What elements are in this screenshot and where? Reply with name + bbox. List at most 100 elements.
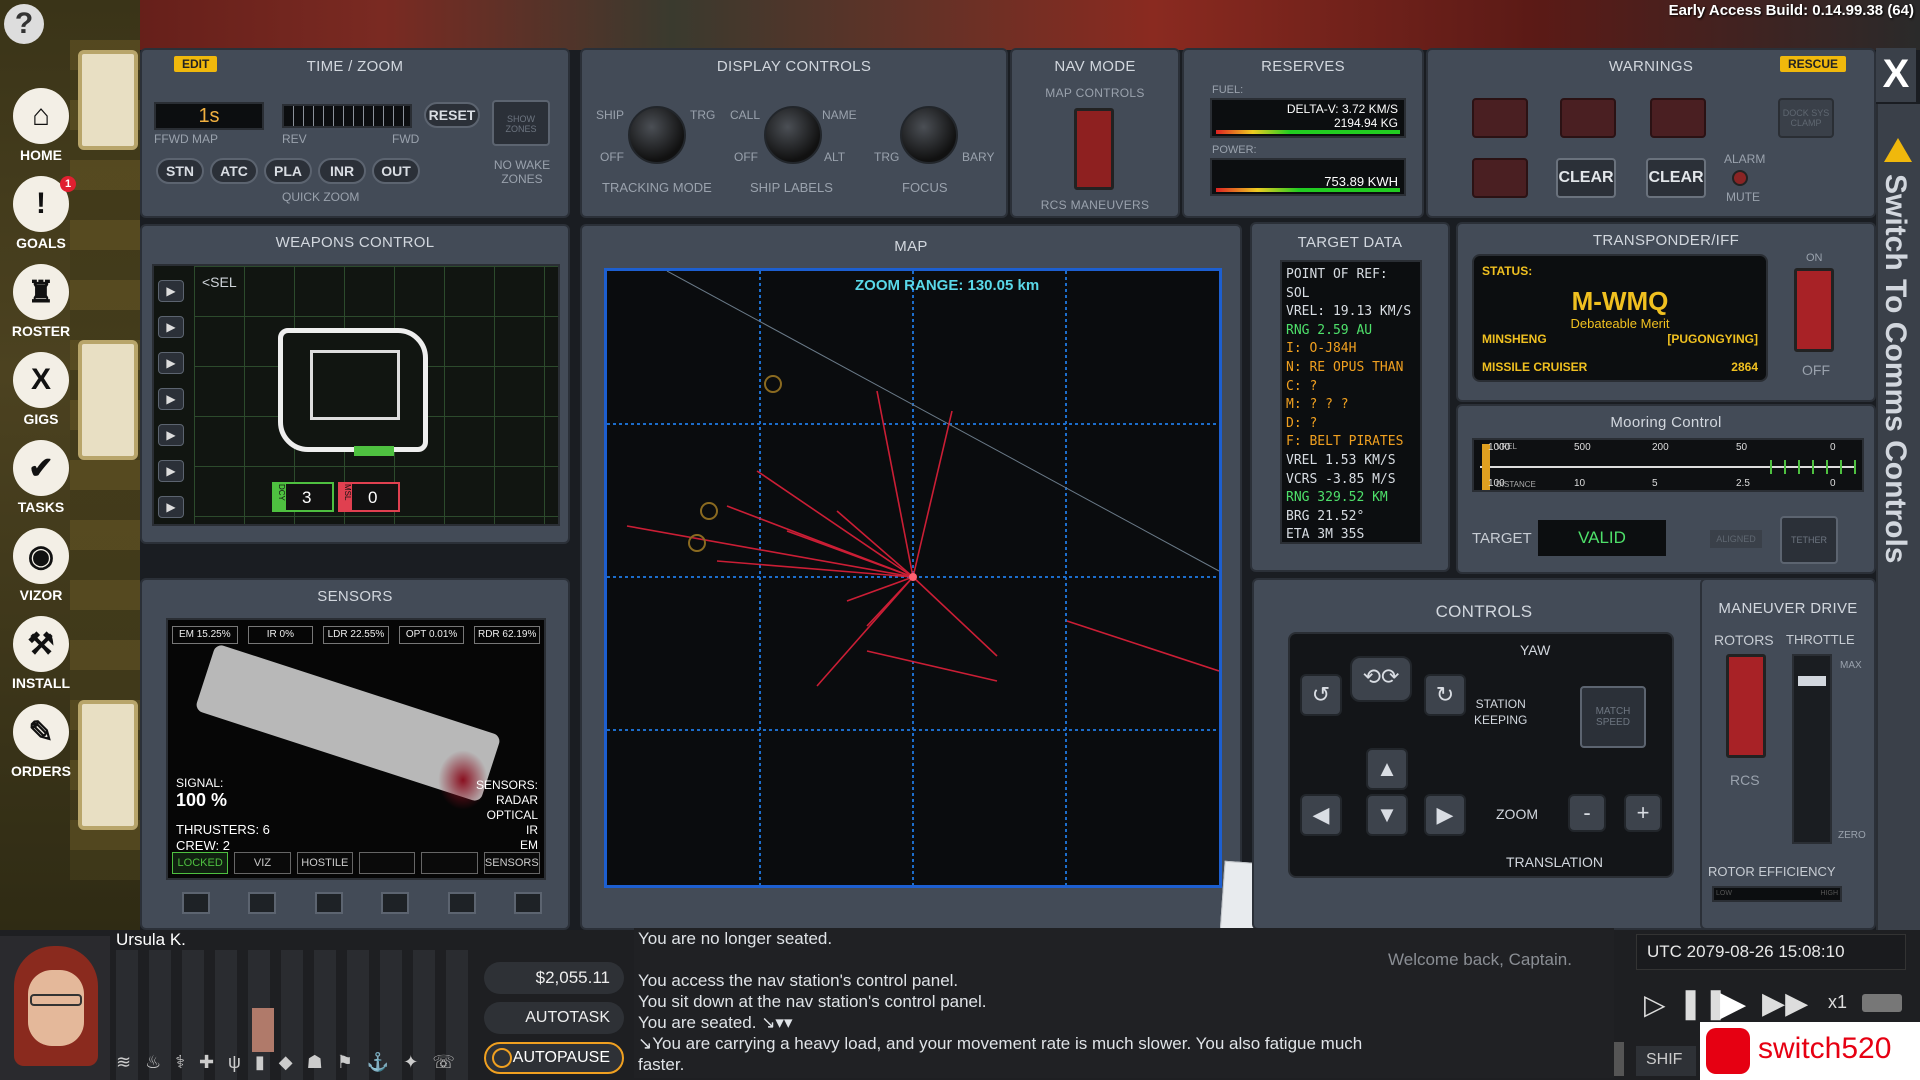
weapon-slot-button[interactable]: ▶ <box>158 316 184 338</box>
fuel-kg-value: 2194.94 KG <box>1333 116 1398 130</box>
translate-right-button[interactable]: ▶ <box>1424 794 1466 836</box>
sensor-slot-button[interactable] <box>182 892 210 914</box>
translate-left-button[interactable]: ◀ <box>1300 794 1342 836</box>
sidebar-item-goals[interactable]: ! GOALS 1 <box>6 176 76 251</box>
sidebar-item-install[interactable]: ⚒ INSTALL <box>6 616 76 691</box>
weapon-slot-button[interactable]: ▶ <box>158 460 184 482</box>
yaw-right-button[interactable]: ↻ <box>1424 674 1466 716</box>
weapon-slot-button[interactable]: ▶ <box>158 280 184 302</box>
sensors-title: SENSORS <box>317 588 393 605</box>
target-data-panel: TARGET DATA POINT OF REF: SOL VREL: 19.13 … <box>1250 222 1450 572</box>
mooring-distance-tick: 5 <box>1652 478 1658 489</box>
sensor-type: OPTICAL <box>486 808 538 822</box>
tracking-ship-label: SHIP <box>596 108 625 122</box>
nav-mode-switch[interactable] <box>1074 108 1114 190</box>
sensor-tab-viz[interactable]: VIZ <box>234 852 291 874</box>
step-icon[interactable]: ▷ <box>1644 988 1666 1021</box>
sidebar-item-gigs[interactable]: X GIGS <box>6 352 76 427</box>
match-speed-button[interactable]: MATCH SPEED <box>1580 686 1646 748</box>
alarm-mute-toggle[interactable] <box>1732 170 1748 186</box>
log-line: You are seated. ↘▾▾ <box>638 1013 793 1032</box>
target-data-row: RNG 2.59 AU <box>1286 322 1373 338</box>
rotors-switch[interactable] <box>1726 654 1766 758</box>
sidebar-item-vizor[interactable]: ◉ VIZOR <box>6 528 76 603</box>
weapon-slot-button[interactable]: ▶ <box>158 388 184 410</box>
transponder-on-label: ON <box>1806 252 1823 264</box>
log-scrollbar[interactable] <box>1614 1042 1624 1076</box>
throttle-slider[interactable] <box>1792 654 1832 844</box>
play-icon[interactable]: ▶ <box>1720 984 1746 1024</box>
autopause-label: AUTOPAUSE <box>512 1049 610 1066</box>
time-scrubber[interactable] <box>282 104 412 128</box>
dock-clamp-button[interactable]: DOCK SYS CLAMP <box>1778 98 1834 138</box>
sensor-slot-button[interactable] <box>248 892 277 914</box>
fast-forward-icon[interactable]: ▶▶ <box>1762 986 1808 1021</box>
rcs-label: RCS <box>1730 772 1760 788</box>
sidebar-item-roster[interactable]: ♜ ROSTER <box>6 264 76 339</box>
decoy-label: DCY <box>274 484 286 510</box>
weapon-slot-button[interactable]: ▶ <box>158 352 184 374</box>
sidebar-item-home[interactable]: ⌂ HOME <box>6 88 76 163</box>
switch-to-comms-label: Switch To Comms Controls <box>1879 174 1912 564</box>
quick-zoom-stn[interactable]: STN <box>156 158 204 184</box>
hull-panel-1 <box>78 50 138 150</box>
sidebar-item-orders[interactable]: ✎ ORDERS <box>6 704 76 779</box>
log-line: You sit down at the nav station's contro… <box>638 992 987 1011</box>
sensor-slot-button[interactable] <box>447 892 476 914</box>
autopause-button[interactable]: AUTOPAUSE <box>484 1042 624 1074</box>
sensor-slot-button[interactable] <box>513 892 542 914</box>
mute-label: MUTE <box>1726 190 1760 204</box>
fuel-label: FUEL: <box>1212 84 1244 96</box>
sensor-tab-empty[interactable] <box>421 852 478 874</box>
zoom-in-button[interactable]: + <box>1624 794 1662 832</box>
clear-button-2[interactable]: CLEAR <box>1646 158 1706 198</box>
alarm-label: ALARM <box>1724 152 1766 166</box>
zoom-out-button[interactable]: - <box>1568 794 1606 832</box>
reset-button[interactable]: RESET <box>424 102 480 128</box>
sidebar-item-tasks[interactable]: ✔ TASKS <box>6 440 76 515</box>
log-line: ↘You are carrying a heavy load, and your… <box>638 1034 1363 1053</box>
yaw-center-button[interactable]: ⟲⟳ <box>1350 656 1412 702</box>
sensor-tab-hostile[interactable]: HOSTILE <box>296 852 353 874</box>
time-zoom-title: TIME / ZOOM <box>306 58 404 75</box>
shift-button[interactable]: SHIF <box>1636 1046 1696 1076</box>
help-button[interactable]: ? <box>4 4 44 44</box>
tether-button[interactable]: TETHER <box>1780 516 1838 564</box>
translate-back-button[interactable]: ▼ <box>1366 794 1408 836</box>
camera-icon[interactable] <box>1862 994 1902 1012</box>
translate-forward-button[interactable]: ▲ <box>1366 748 1408 790</box>
quick-zoom-out[interactable]: OUT <box>372 158 420 184</box>
sensor-tab-empty[interactable] <box>358 852 416 874</box>
sensor-readout: IR 0% <box>247 626 314 644</box>
autotask-button[interactable]: AUTOTASK <box>484 1002 624 1034</box>
yaw-left-button[interactable]: ↺ <box>1300 674 1342 716</box>
character-portrait[interactable] <box>0 936 110 1080</box>
hull-panel-2 <box>78 340 138 460</box>
weapon-slot-button[interactable]: ▶ <box>158 424 184 446</box>
quick-zoom-pla[interactable]: PLA <box>264 158 312 184</box>
throttle-handle[interactable] <box>1798 676 1826 686</box>
sensor-tab-locked[interactable]: LOCKED <box>172 852 229 874</box>
map-viewport[interactable]: ZOOM RANGE: 130.05 km <box>604 268 1222 888</box>
transponder-switch[interactable] <box>1794 268 1834 352</box>
sensor-readout: OPT 0.01% <box>398 626 465 644</box>
sensor-slot-button[interactable] <box>381 892 410 914</box>
clear-button-1[interactable]: CLEAR <box>1556 158 1616 198</box>
utc-value: UTC 2079-08-26 15:08:10 <box>1647 942 1845 961</box>
focus-knob[interactable] <box>900 106 958 164</box>
rescue-button[interactable]: RESCUE <box>1779 56 1846 72</box>
mooring-panel: Mooring Control VREL DISTANCE 1000 500 200… <box>1456 404 1876 574</box>
show-zones-button[interactable]: SHOW ZONES <box>492 100 550 146</box>
labels-off-label: OFF <box>734 150 758 164</box>
ship-labels-knob[interactable] <box>764 106 822 164</box>
switch-to-comms-button[interactable]: Switch To Comms Controls <box>1876 104 1920 930</box>
mooring-vrel-tick: 1000 <box>1488 442 1511 453</box>
tracking-mode-knob[interactable] <box>628 106 686 164</box>
sensor-tab-sensors[interactable]: SENSORS <box>483 852 540 874</box>
quick-zoom-atc[interactable]: ATC <box>210 158 258 184</box>
close-button[interactable]: X <box>1876 48 1916 102</box>
quick-zoom-inr[interactable]: INR <box>318 158 366 184</box>
eff-low-label: LOW <box>1716 890 1732 897</box>
weapon-slot-button[interactable]: ▶ <box>158 496 184 518</box>
sensor-slot-button[interactable] <box>314 892 343 914</box>
